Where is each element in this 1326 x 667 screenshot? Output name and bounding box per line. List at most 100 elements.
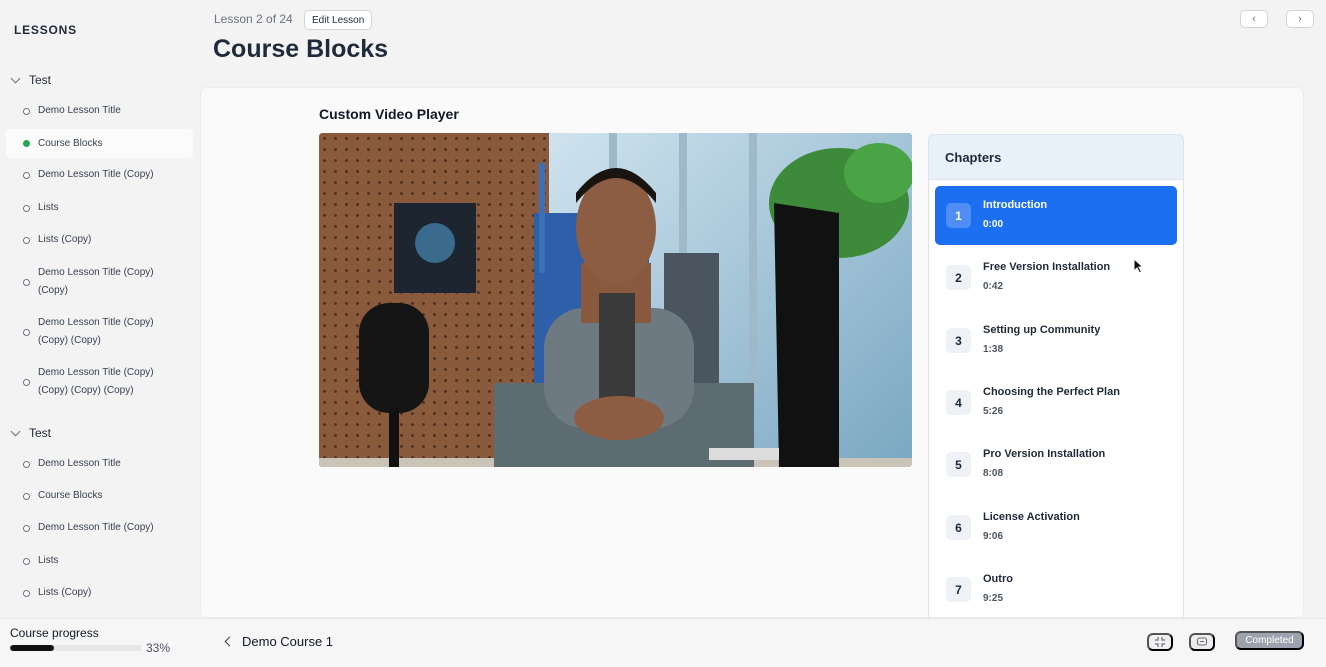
chapter-title: Free Version Installation: [983, 261, 1111, 273]
group-header[interactable]: Test: [0, 69, 200, 91]
chevron-down-icon: [10, 426, 21, 436]
chapter-title: Choosing the Perfect Plan: [983, 386, 1120, 398]
sidebar-lesson[interactable]: Lists: [6, 199, 193, 217]
lesson-label: Demo Lesson Title (Copy) (Copy) (Copy): [38, 317, 154, 346]
sidebar-lesson[interactable]: Course Blocks: [6, 487, 193, 505]
chevron-left-icon: ‹: [1252, 13, 1256, 25]
chapter-item-active[interactable]: 1 Introduction 0:00: [935, 186, 1177, 245]
sidebar-lesson[interactable]: Demo Lesson Title: [6, 455, 193, 473]
focus-icon: [1155, 637, 1165, 647]
group-header[interactable]: Test: [0, 422, 200, 444]
video-frame-image: [319, 133, 912, 467]
lesson-status-icon: [23, 171, 30, 179]
chapter-number: 1: [946, 203, 971, 228]
chapter-item[interactable]: 4 Choosing the Perfect Plan 5:26: [935, 373, 1177, 432]
chevron-down-icon: [10, 73, 21, 83]
chapter-time: 0:42: [983, 281, 1004, 292]
lesson-content: Custom Video Player Chapters 1 Introduct…: [200, 87, 1304, 618]
sidebar-lesson-active[interactable]: Course Blocks: [6, 129, 193, 158]
lesson-label: Lists: [38, 202, 59, 213]
chapter-item[interactable]: 5 Pro Version Installation 8:08: [935, 435, 1177, 494]
chapter-title: License Activation: [983, 511, 1080, 523]
group-title: Test: [29, 73, 52, 87]
lesson-status-icon: [23, 589, 30, 597]
lesson-status-icon: [23, 204, 30, 212]
chapters-panel: Chapters 1 Introduction 0:00 2 Free Vers…: [928, 134, 1184, 617]
lessons-sidebar: LESSONS Test Demo Lesson Title Course Bl…: [0, 0, 200, 618]
lesson-completed-icon: [23, 140, 30, 147]
lesson-label: Demo Lesson Title (Copy): [38, 169, 154, 180]
chapter-title: Introduction: [983, 199, 1048, 211]
chapter-item[interactable]: 7 Outro 9:25: [935, 560, 1177, 617]
footer-bar: Course progress 33% Demo Course 1 Comple…: [0, 618, 1326, 667]
page-title: Course Blocks: [213, 35, 389, 63]
sidebar-lesson[interactable]: Demo Lesson Title (Copy) (Copy): [6, 264, 193, 300]
chevron-right-icon: ›: [1298, 13, 1302, 25]
lesson-label: Lists (Copy): [38, 234, 92, 245]
chapter-time: 5:26: [983, 406, 1004, 417]
chapter-title: Setting up Community: [983, 324, 1101, 336]
completed-button[interactable]: Completed: [1235, 631, 1304, 650]
lesson-status-icon: [23, 328, 30, 336]
lesson-label: Lists (Copy): [38, 587, 92, 598]
chapter-item[interactable]: 3 Setting up Community 1:38: [935, 311, 1177, 370]
lesson-label: Demo Lesson Title (Copy) (Copy): [38, 267, 154, 296]
chevron-left-icon: [224, 636, 235, 647]
chapter-number: 7: [946, 577, 971, 602]
course-name: Demo Course 1: [242, 634, 334, 649]
chapter-time: 0:00: [983, 219, 1004, 230]
progress-fill: [10, 645, 54, 651]
sidebar-title: LESSONS: [14, 23, 77, 37]
lesson-label: Lists: [38, 555, 59, 566]
sidebar-lesson[interactable]: Demo Lesson Title (Copy): [6, 166, 193, 184]
next-lesson-button[interactable]: ›: [1286, 10, 1314, 28]
chat-icon: [1196, 637, 1208, 646]
chapter-number: 2: [946, 265, 971, 290]
sidebar-lesson[interactable]: Lists (Copy): [6, 584, 193, 602]
lesson-group: Test: [0, 422, 200, 444]
lesson-label: Demo Lesson Title (Copy): [38, 522, 154, 533]
progress-percent: 33%: [146, 641, 171, 655]
sidebar-lesson[interactable]: Lists: [6, 552, 193, 570]
progress-label: Course progress: [10, 626, 99, 640]
sidebar-lesson[interactable]: Lists (Copy): [6, 231, 193, 249]
sidebar-lesson[interactable]: Demo Lesson Title (Copy) (Copy) (Copy) (…: [6, 364, 193, 400]
edit-lesson-button[interactable]: Edit Lesson: [304, 10, 373, 30]
group-title: Test: [29, 426, 52, 440]
video-player[interactable]: [319, 133, 912, 467]
focus-mode-button[interactable]: [1147, 633, 1173, 651]
chapter-number: 3: [946, 328, 971, 353]
lesson-status-icon: [23, 378, 30, 386]
chapter-number: 5: [946, 452, 971, 477]
lesson-status-icon: [23, 236, 30, 244]
chapters-title: Chapters: [929, 135, 1183, 180]
chapter-time: 9:06: [983, 531, 1004, 542]
discussion-button[interactable]: [1189, 633, 1215, 651]
previous-lesson-button[interactable]: ‹: [1240, 10, 1268, 28]
lesson-status-icon: [23, 492, 30, 500]
progress-bar: [10, 645, 142, 651]
lesson-group: Test: [0, 69, 200, 91]
sidebar-lesson[interactable]: Demo Lesson Title (Copy) (Copy) (Copy): [6, 314, 193, 350]
lesson-status-icon: [23, 107, 30, 115]
chapter-time: 9:25: [983, 593, 1004, 604]
chapter-title: Pro Version Installation: [983, 448, 1106, 460]
chapter-number: 4: [946, 390, 971, 415]
back-to-course-link[interactable]: Demo Course 1: [224, 634, 334, 649]
lesson-status-icon: [23, 524, 30, 532]
chapter-title: Outro: [983, 573, 1013, 585]
lesson-label: Demo Lesson Title (Copy) (Copy) (Copy) (…: [38, 367, 154, 396]
lesson-position: Lesson 2 of 24: [214, 12, 293, 26]
chapter-item[interactable]: 2 Free Version Installation 0:42: [935, 248, 1177, 307]
block-title: Custom Video Player: [319, 106, 459, 122]
sidebar-lesson[interactable]: Demo Lesson Title: [6, 102, 193, 120]
mouse-cursor-icon: [1133, 258, 1145, 274]
chapter-number: 6: [946, 515, 971, 540]
lesson-status-icon: [23, 278, 30, 286]
lesson-status-icon: [23, 557, 30, 565]
chapter-time: 8:08: [983, 468, 1004, 479]
chapter-time: 1:38: [983, 344, 1004, 355]
sidebar-lesson[interactable]: Demo Lesson Title (Copy): [6, 519, 193, 537]
lesson-status-icon: [23, 460, 30, 468]
chapter-item[interactable]: 6 License Activation 9:06: [935, 498, 1177, 557]
